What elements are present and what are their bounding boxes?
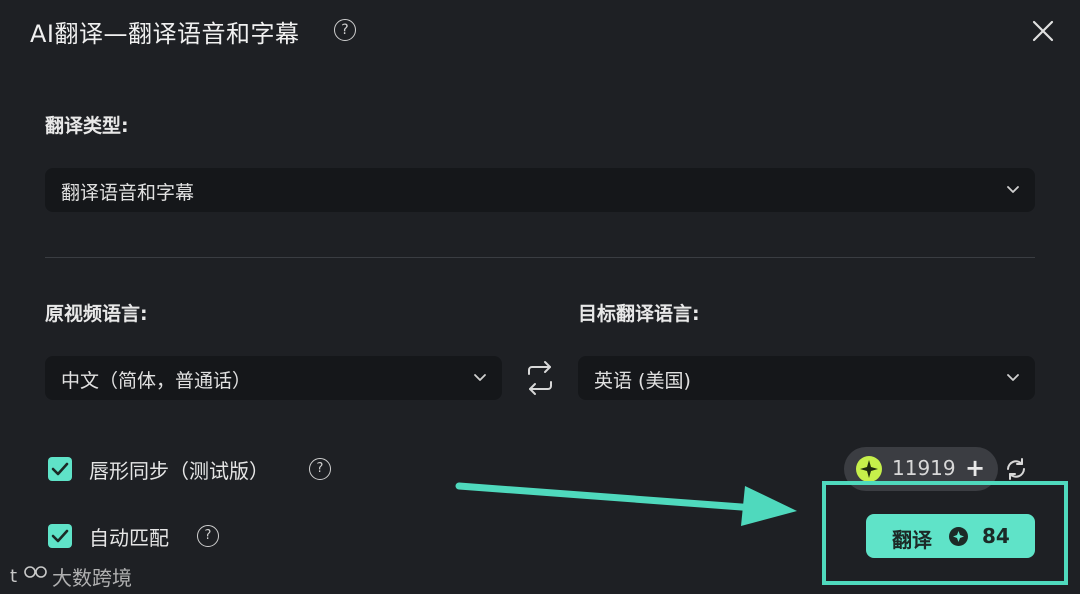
swap-languages-icon[interactable] (524, 360, 556, 396)
auto-match-checkbox[interactable] (48, 524, 72, 548)
source-language-value: 中文（简体，普通话） (61, 370, 252, 392)
lip-sync-help-icon[interactable]: ? (309, 458, 331, 480)
add-credits-button[interactable]: + (965, 456, 985, 480)
translation-type-value: 翻译语音和字幕 (61, 182, 195, 204)
target-language-value: 英语 (美国) (594, 370, 691, 392)
auto-match-label: 自动匹配 (89, 526, 169, 550)
translation-type-label: 翻译类型: (45, 115, 129, 137)
credit-gem-icon (856, 456, 882, 482)
target-language-label: 目标翻译语言: (578, 303, 700, 325)
title-help-icon[interactable]: ? (334, 19, 356, 41)
translate-cost: 84 (982, 524, 1010, 548)
chevron-down-icon (1007, 186, 1019, 193)
watermark-text: 大数跨境 (52, 566, 132, 590)
ai-translate-dialog: AI翻译—翻译语音和字幕 ? 翻译类型: 翻译语音和字幕 原视频语言: 中文（简… (0, 0, 1080, 594)
checkmark-icon (51, 462, 69, 476)
translation-type-select[interactable]: 翻译语音和字幕 (45, 168, 1035, 212)
auto-match-help-icon[interactable]: ? (197, 525, 219, 547)
translate-button[interactable]: 翻译 84 (866, 514, 1035, 558)
lip-sync-label: 唇形同步（测试版） (89, 459, 269, 483)
dialog-title: AI翻译—翻译语音和字幕 (30, 20, 300, 48)
checkmark-icon (51, 529, 69, 543)
source-language-label: 原视频语言: (45, 303, 148, 325)
target-language-select[interactable]: 英语 (美国) (578, 356, 1035, 400)
credit-coin-icon (949, 527, 968, 546)
translate-button-label: 翻译 (892, 528, 932, 552)
annotation-arrow (455, 482, 797, 526)
credit-balance: 11919 (892, 456, 956, 480)
section-divider (45, 257, 1035, 258)
chevron-down-icon (1007, 374, 1019, 381)
source-language-select[interactable]: 中文（简体，普通话） (45, 356, 502, 400)
chevron-down-icon (474, 374, 486, 381)
watermark-logo-icon: t (10, 566, 47, 587)
close-icon[interactable] (1030, 18, 1056, 44)
lip-sync-checkbox[interactable] (48, 457, 72, 481)
refresh-icon[interactable] (1004, 457, 1028, 481)
svg-text:t: t (10, 566, 17, 587)
